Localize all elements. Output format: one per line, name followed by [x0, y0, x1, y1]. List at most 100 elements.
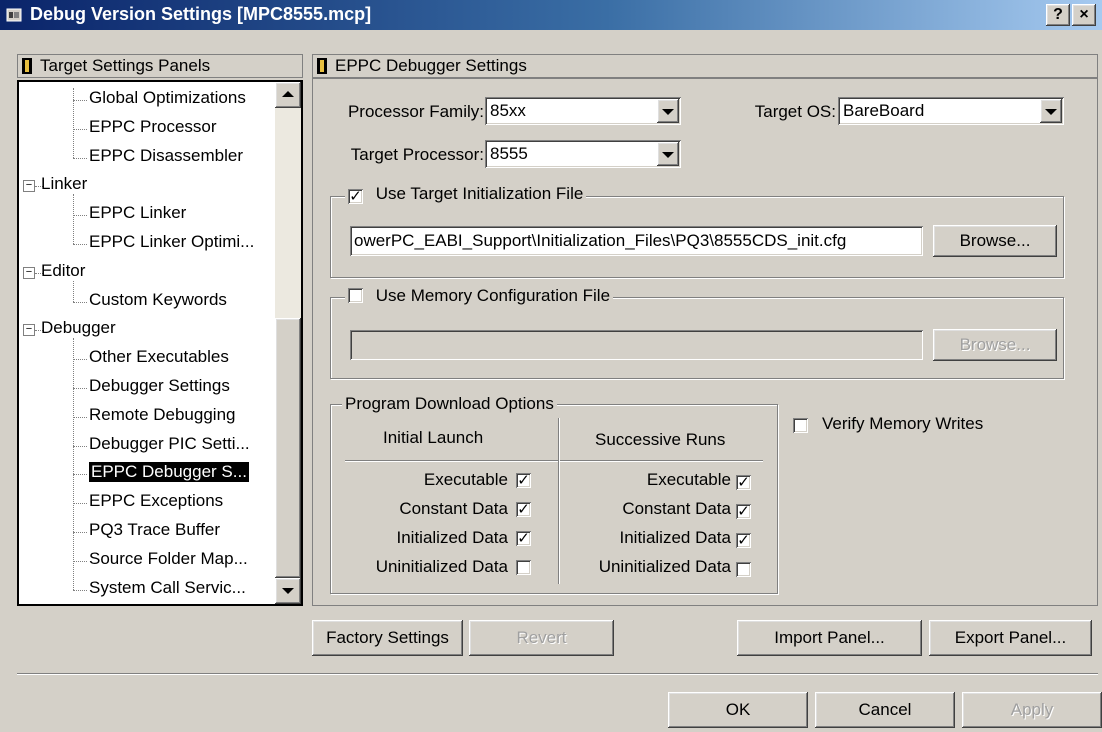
tree-connector [73, 338, 74, 590]
tree-connector [73, 560, 87, 562]
tree-item[interactable]: Other Executables [89, 347, 229, 367]
download-header-separator [345, 460, 763, 462]
tree-item[interactable]: Debugger Settings [89, 376, 230, 396]
target-os-combo[interactable]: BareBoard [838, 97, 1064, 125]
apply-button[interactable]: Apply [962, 692, 1102, 728]
tree-connector [73, 88, 74, 158]
collapse-icon[interactable]: − [23, 266, 35, 279]
initial-uninitialized-data-checkbox[interactable] [516, 560, 531, 575]
init-file-checkbox-row[interactable]: ✓ Use Target Initialization File [345, 184, 587, 204]
processor-family-dropdown-button[interactable] [657, 99, 679, 123]
target-processor-value: 8555 [490, 144, 528, 163]
chevron-down-icon [662, 109, 674, 115]
successive-initialized-data-checkbox[interactable]: ✓ [736, 533, 751, 548]
close-button[interactable]: × [1072, 4, 1096, 26]
left-panel-header-label: Target Settings Panels [40, 56, 211, 75]
mem-file-path-input[interactable] [350, 330, 923, 360]
initial-initialized-data-checkbox[interactable]: ✓ [516, 531, 531, 546]
window-title: Debug Version Settings [MPC8555.mcp] [30, 4, 372, 24]
scroll-down-button[interactable] [275, 578, 301, 604]
tree-connector [73, 194, 74, 244]
import-panel-button[interactable]: Import Panel... [737, 620, 922, 656]
right-panel-header-label: EPPC Debugger Settings [335, 56, 527, 75]
chevron-down-icon [662, 152, 674, 158]
tree-connector [73, 280, 74, 302]
tree-item[interactable]: PQ3 Trace Buffer [89, 520, 220, 540]
right-panel-header: EPPC Debugger Settings [312, 54, 1098, 78]
mem-file-checkbox[interactable] [348, 288, 363, 303]
tree-group[interactable]: Linker [41, 174, 87, 194]
target-os-label: Target OS: [754, 102, 836, 121]
tree-connector [73, 301, 87, 303]
target-os-value: BareBoard [843, 101, 925, 120]
successive-executable-label: Executable [646, 470, 731, 489]
processor-family-label: Processor Family: [347, 102, 484, 121]
download-column-separator [558, 418, 560, 584]
ok-button[interactable]: OK [668, 692, 808, 728]
tree-connector [73, 589, 87, 591]
verify-memory-checkbox[interactable] [793, 418, 808, 433]
tree-connector [73, 244, 87, 245]
tree-connector [73, 503, 87, 505]
tree-item[interactable]: EPPC Disassembler [89, 146, 243, 166]
export-panel-button[interactable]: Export Panel... [929, 620, 1092, 656]
init-file-path-input[interactable]: owerPC_EABI_Support\Initialization_Files… [350, 226, 923, 256]
tree-item[interactable]: Source Folder Map... [89, 549, 248, 569]
cancel-button[interactable]: Cancel [815, 692, 955, 728]
successive-uninitialized-data-checkbox[interactable] [736, 562, 751, 577]
tree-group[interactable]: Editor [41, 261, 85, 281]
processor-family-combo[interactable]: 85xx [485, 97, 681, 125]
tree-connector [73, 445, 87, 447]
initial-constant-data-label: Constant Data [399, 499, 508, 518]
arrow-up-icon [282, 91, 294, 97]
tree-scrollbar[interactable] [275, 82, 301, 604]
tree-connector [73, 100, 87, 101]
collapse-icon[interactable]: − [23, 324, 35, 337]
panel-icon [317, 58, 327, 74]
tree-item[interactable]: EPPC Processor [89, 117, 217, 137]
scroll-thumb[interactable] [275, 318, 301, 578]
tree-item[interactable]: Remote Debugging [89, 405, 235, 425]
tree-connector [73, 416, 87, 418]
init-file-checkbox[interactable]: ✓ [348, 189, 363, 204]
tree-item[interactable]: Custom Keywords [89, 290, 227, 310]
dialog-separator [17, 673, 1098, 675]
target-processor-label: Target Processor: [350, 145, 484, 164]
target-processor-combo[interactable]: 8555 [485, 140, 681, 168]
tree-item[interactable]: Debugger PIC Setti... [89, 434, 250, 454]
initial-executable-checkbox[interactable]: ✓ [516, 473, 531, 488]
revert-button[interactable]: Revert [469, 620, 614, 656]
title-bar[interactable]: Debug Version Settings [MPC8555.mcp] ? × [0, 0, 1102, 30]
successive-constant-data-label: Constant Data [622, 499, 731, 518]
factory-settings-button[interactable]: Factory Settings [312, 620, 463, 656]
arrow-down-icon [282, 588, 294, 594]
successive-constant-data-checkbox[interactable]: ✓ [736, 504, 751, 519]
help-button[interactable]: ? [1046, 4, 1070, 26]
tree-item[interactable]: EPPC Debugger S... [89, 462, 249, 483]
scroll-up-button[interactable] [275, 82, 301, 108]
left-panel-header: Target Settings Panels [17, 54, 303, 78]
tree-item[interactable]: EPPC Exceptions [89, 491, 223, 511]
tree-item[interactable]: EPPC Linker [89, 203, 186, 223]
successive-executable-checkbox[interactable]: ✓ [736, 475, 751, 490]
mem-file-checkbox-row[interactable]: Use Memory Configuration File [345, 286, 614, 306]
successive-uninitialized-data-label: Uninitialized Data [598, 557, 731, 576]
target-processor-dropdown-button[interactable] [657, 142, 679, 166]
init-file-browse-button[interactable]: Browse... [933, 225, 1057, 257]
mem-file-browse-button[interactable]: Browse... [933, 329, 1057, 361]
tree-connector [73, 474, 87, 476]
tree-connector [73, 532, 87, 533]
tree-item[interactable]: Global Optimizations [89, 88, 246, 108]
collapse-icon[interactable]: − [23, 180, 35, 193]
tree-connector [73, 128, 87, 130]
tree-connector [73, 215, 87, 217]
tree-item[interactable]: EPPC Linker Optimi... [89, 232, 254, 252]
initial-constant-data-checkbox[interactable]: ✓ [516, 502, 531, 517]
app-icon [6, 6, 24, 24]
tree-group[interactable]: Debugger [41, 318, 116, 338]
panel-icon [22, 58, 32, 74]
settings-tree[interactable]: Global Optimizations EPPC Processor EPPC D… [17, 80, 303, 606]
target-os-dropdown-button[interactable] [1040, 99, 1062, 123]
tree-item[interactable]: System Call Servic... [89, 578, 246, 598]
initial-uninitialized-data-label: Uninitialized Data [375, 557, 508, 576]
